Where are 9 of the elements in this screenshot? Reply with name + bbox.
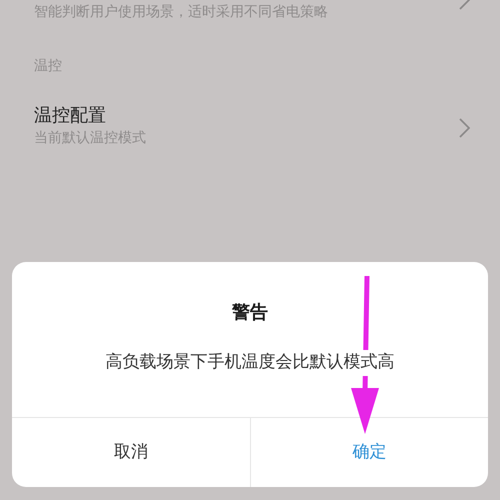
setting-subtitle: 当前默认温控模式	[34, 129, 146, 148]
settings-row[interactable]: 温控配置 当前默认温控模式	[0, 90, 500, 160]
dialog-title: 警告	[232, 301, 268, 325]
setting-subtitle: 智能判断用户使用场景，适时采用不同省电策略	[34, 3, 328, 22]
dialog-message: 高负载场景下手机温度会比默认模式高	[106, 350, 394, 376]
setting-title: 温控配置	[34, 104, 106, 128]
cancel-button[interactable]: 取消	[12, 418, 250, 487]
section-header: 温控	[34, 58, 62, 74]
chevron-right-icon	[459, 118, 470, 138]
